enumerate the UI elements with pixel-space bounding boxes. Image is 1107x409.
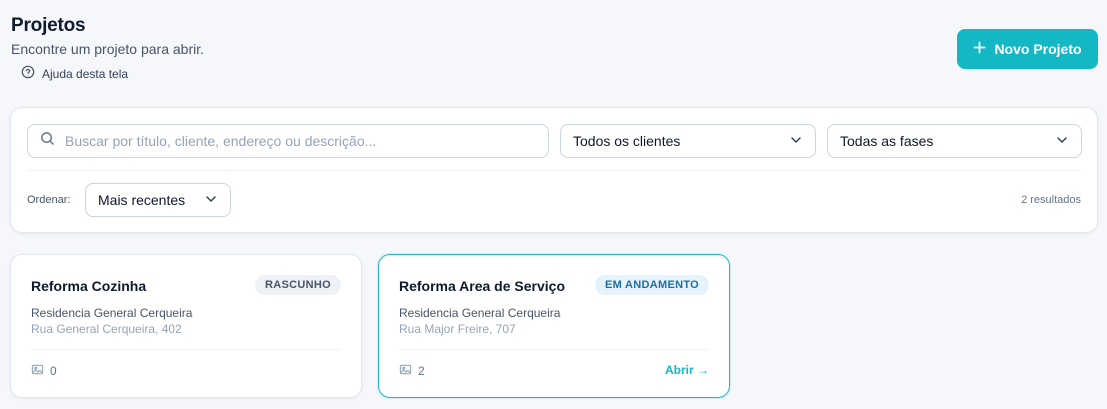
plus-icon — [973, 41, 986, 57]
page-header: Projetos Encontre um projeto para abrir.… — [11, 14, 204, 82]
project-card[interactable]: Reforma Cozinha RASCUNHO Residencia Gene… — [10, 254, 362, 398]
client-filter-value: Todos os clientes — [573, 133, 681, 149]
phase-filter-select[interactable]: Todas as fases — [827, 124, 1082, 158]
search-box[interactable] — [27, 124, 549, 158]
image-icon — [31, 363, 44, 379]
new-project-button[interactable]: Novo Projeto — [957, 29, 1098, 69]
page-subtitle: Encontre um projeto para abrir. — [11, 41, 204, 57]
open-project-link[interactable]: Abrir → — [665, 363, 709, 377]
projects-page: Projetos Encontre um projeto para abrir.… — [0, 0, 1107, 409]
filters-panel: Todos os clientes Todas as fases Ordenar… — [10, 107, 1098, 233]
image-icon — [399, 363, 412, 379]
project-client: Residencia General Cerqueira — [31, 306, 193, 320]
client-filter-select[interactable]: Todos os clientes — [560, 124, 816, 158]
chevron-down-icon — [789, 133, 803, 150]
photo-count-value: 0 — [50, 364, 57, 378]
help-circle-icon — [21, 65, 35, 82]
photo-count: 2 — [399, 363, 425, 379]
project-title: Reforma Cozinha — [31, 278, 147, 294]
search-icon — [40, 131, 55, 151]
project-address: Rua Major Freire, 707 — [399, 322, 516, 336]
sort-value: Mais recentes — [98, 192, 186, 208]
help-link-label: Ajuda desta tela — [42, 66, 129, 81]
project-client: Residencia General Cerqueira — [399, 306, 561, 320]
phase-filter-value: Todas as fases — [840, 133, 934, 149]
photo-count-value: 2 — [418, 364, 425, 378]
project-address: Rua General Cerqueira, 402 — [31, 322, 182, 336]
chevron-down-icon — [1055, 133, 1069, 150]
chevron-down-icon — [204, 192, 218, 209]
sort-label: Ordenar: — [27, 194, 71, 206]
page-title: Projetos — [11, 15, 86, 36]
sort-select[interactable]: Mais recentes — [85, 183, 231, 217]
card-divider — [399, 349, 709, 350]
status-badge: RASCUNHO — [255, 275, 341, 295]
results-count: 2 resultados — [1021, 194, 1081, 206]
card-divider — [31, 349, 341, 350]
photo-count: 0 — [31, 363, 57, 379]
status-badge: EM ANDAMENTO — [594, 275, 709, 295]
new-project-label: Novo Projeto — [994, 41, 1082, 57]
search-input[interactable] — [65, 133, 548, 149]
project-card[interactable]: Reforma Area de Serviço EM ANDAMENTO Res… — [378, 254, 730, 398]
help-link[interactable]: Ajuda desta tela — [21, 65, 204, 82]
filters-divider — [27, 170, 1081, 171]
project-title: Reforma Area de Serviço — [399, 278, 565, 294]
